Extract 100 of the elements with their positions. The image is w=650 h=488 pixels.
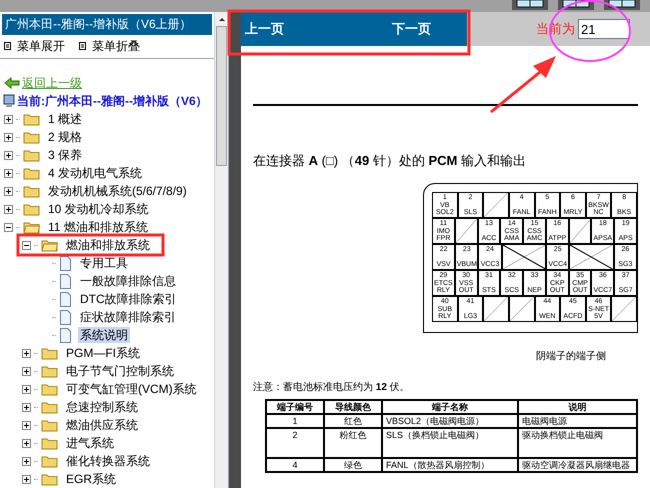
document-icon	[59, 328, 72, 342]
table-header-cell: 端子编号	[266, 400, 324, 414]
table-cell: 驱动空调冷凝器风扇继电器	[518, 458, 637, 472]
blank-cell-icon	[483, 296, 509, 322]
tree-item[interactable]: 一般故障排除信息	[78, 273, 178, 289]
tree-item[interactable]: 症状故障排除索引	[78, 309, 178, 325]
tree-item[interactable]: 系统说明	[78, 327, 130, 343]
table-cell: 2	[266, 428, 324, 458]
collapse-icon[interactable]	[4, 222, 13, 232]
window-layout-icon[interactable]	[512, 0, 548, 10]
tree-item[interactable]: 燃油和排放系统	[64, 237, 152, 253]
annotation-arrow	[490, 56, 556, 114]
table-cell: 4	[266, 458, 324, 472]
tree-item[interactable]: 11 燃油和排放系统	[46, 219, 150, 235]
expand-icon[interactable]	[4, 186, 13, 196]
tree-item[interactable]: EGR系统	[64, 471, 118, 487]
folder-icon	[41, 418, 58, 432]
back-link[interactable]: 返回上一级	[22, 74, 82, 92]
table-cell: 电磁阀电源	[518, 414, 637, 428]
table-header-cell: 导线颜色	[324, 400, 382, 414]
folder-icon	[41, 382, 58, 396]
folder-icon	[23, 130, 40, 144]
table-header-cell: 说明	[518, 400, 637, 414]
document-heading: 在连接器 A (□) （49 针）处的 PCM 输入和输出	[253, 152, 527, 170]
blank-cell-icon	[568, 218, 592, 244]
expand-icon[interactable]	[4, 114, 13, 124]
table-header-cell: 端子名称	[382, 400, 518, 414]
document-icon	[59, 274, 72, 288]
folder-icon	[41, 400, 58, 414]
table-cell: 绿色	[324, 458, 382, 472]
expand-icon[interactable]	[22, 402, 31, 412]
collapse-icon[interactable]	[22, 240, 31, 250]
table-cell: 红色	[324, 414, 382, 428]
tree-item[interactable]: 怠速控制系统	[64, 399, 140, 415]
menu-toggle-button[interactable]: 菜单折叠	[79, 37, 140, 56]
expand-icon[interactable]	[4, 168, 13, 178]
tree-item[interactable]: 发动机机械系统(5/6/7/8/9)	[46, 183, 189, 199]
folder-icon	[23, 202, 40, 216]
list-icon	[4, 42, 11, 50]
tree-item[interactable]: 2 规格	[46, 129, 84, 145]
folder-icon	[23, 184, 40, 198]
expand-icon[interactable]	[22, 474, 31, 484]
tree-item[interactable]: 电子节气门控制系统	[64, 363, 176, 379]
expand-icon[interactable]	[22, 456, 31, 466]
tree-item[interactable]: DTC故障排除索引	[78, 291, 179, 307]
tree-item[interactable]: 3 保养	[46, 147, 84, 163]
document-icon	[59, 292, 72, 306]
folder-icon	[41, 472, 58, 486]
folder-icon	[41, 364, 58, 378]
table-cell: 驱动换档锁止电磁阀	[518, 428, 637, 458]
expand-icon[interactable]	[4, 132, 13, 142]
crossed-cell-icon	[569, 244, 614, 270]
tree-item[interactable]: 4 发动机电气系统	[46, 165, 144, 181]
figure-caption: 阴端子的端子侧	[536, 350, 607, 364]
tree-item[interactable]: 催化转换器系统	[64, 453, 152, 469]
expand-icon[interactable]	[22, 348, 31, 358]
menu-toggle-button[interactable]: 菜单展开	[4, 37, 65, 56]
table-cell: FANL（散热器风扇控制）	[382, 458, 518, 472]
expand-icon[interactable]	[22, 420, 31, 430]
crossed-cell-icon	[502, 244, 546, 270]
expand-icon[interactable]	[22, 438, 31, 448]
expand-icon[interactable]	[22, 384, 31, 394]
tree-item[interactable]: 可变气缸管理(VCM)系统	[64, 381, 199, 397]
panel-title: 广州本田--雅阁--增补版（V6上册）	[2, 14, 212, 35]
back-arrow-icon	[4, 77, 20, 89]
window-layout-icon[interactable]	[604, 0, 640, 10]
folder-icon	[41, 436, 58, 450]
expand-icon[interactable]	[4, 204, 13, 214]
folder-icon	[41, 346, 58, 360]
folder-icon	[23, 112, 40, 126]
note-text: 注意：蓄电池标准电压约为 12 伏。	[253, 380, 411, 394]
tree-item[interactable]: 10 发动机冷却系统	[46, 201, 151, 217]
folder-icon	[41, 454, 58, 468]
open-folder-icon	[23, 220, 40, 234]
list-icon	[79, 42, 86, 50]
current-location: 当前:广州本田--雅阁--增补版（V6）	[17, 93, 208, 110]
folder-icon	[23, 166, 40, 180]
blank-cell-icon	[483, 192, 509, 218]
document-icon	[59, 256, 72, 270]
scroll-thumb[interactable]	[216, 26, 227, 166]
tree-item[interactable]: 进气系统	[64, 435, 116, 451]
table-cell: 粉红色	[324, 428, 382, 458]
blank-cell-icon	[454, 218, 478, 244]
tree-item[interactable]: PGM—FI系统	[64, 345, 142, 361]
table-cell: VBSOL2（电磁阀电源）	[382, 414, 518, 428]
next-page-button[interactable]: 下一页	[392, 19, 431, 39]
prev-page-button[interactable]: 上一页	[245, 19, 284, 39]
table-cell: SLS（换档锁止电磁阀）	[382, 428, 518, 458]
blank-cell-icon	[508, 296, 534, 322]
expand-icon[interactable]	[4, 150, 13, 160]
page-field[interactable]: 21	[578, 19, 630, 39]
tree-item[interactable]: 1 概述	[46, 111, 84, 127]
tree-item[interactable]: 燃油供应系统	[64, 417, 140, 433]
expand-icon[interactable]	[22, 366, 31, 376]
tree-item[interactable]: 专用工具	[78, 255, 130, 271]
scrollbar[interactable]	[214, 12, 228, 488]
table-cell: 1	[266, 414, 324, 428]
folder-icon	[23, 148, 40, 162]
document-icon	[59, 310, 72, 324]
computer-icon	[3, 94, 15, 108]
